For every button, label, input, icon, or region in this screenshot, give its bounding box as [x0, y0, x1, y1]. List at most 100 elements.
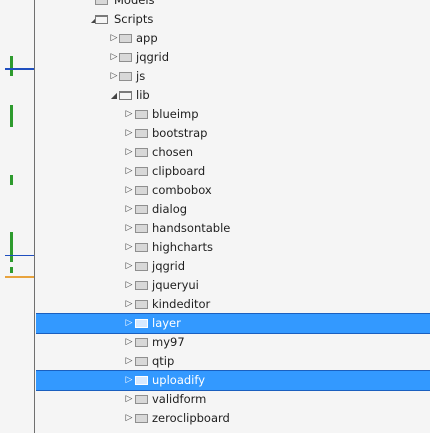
tree-item-label: blueimp — [152, 107, 199, 121]
tree-item-label: highcharts — [152, 240, 213, 254]
gutter-change-marker — [10, 56, 13, 76]
tree-item[interactable]: lib — [36, 86, 430, 105]
folder-icon — [119, 72, 132, 81]
tree-item[interactable]: layer — [36, 313, 430, 334]
gutter-change-marker — [10, 232, 13, 262]
folder-icon — [135, 110, 148, 119]
tree-item-label: layer — [152, 316, 181, 330]
folder-icon — [135, 395, 148, 404]
collapsed-arrow-icon[interactable] — [124, 390, 134, 409]
tree-item[interactable]: Models — [36, 0, 430, 10]
tree-item[interactable]: dialog — [36, 200, 430, 219]
collapsed-arrow-icon[interactable] — [124, 219, 134, 238]
editor-gutter — [0, 0, 35, 433]
collapsed-arrow-icon[interactable] — [124, 124, 134, 143]
folder-icon — [135, 186, 148, 195]
tree-item-label: zeroclipboard — [152, 411, 230, 425]
tree-item-label: uploadify — [152, 373, 206, 387]
tree-item[interactable]: combobox — [36, 181, 430, 200]
folder-icon — [135, 243, 148, 252]
gutter-change-marker — [10, 267, 13, 273]
gutter-position-marker — [5, 68, 35, 70]
tree-item-label: lib — [136, 88, 150, 102]
collapsed-arrow-icon[interactable] — [124, 162, 134, 181]
tree-item-label: jqgrid — [152, 259, 186, 273]
expanded-arrow-icon[interactable] — [109, 86, 119, 106]
tree-item[interactable]: app — [36, 29, 430, 48]
tree-item-label: dialog — [152, 202, 188, 216]
tree-item-label: kindeditor — [152, 297, 211, 311]
tree-item-label: handsontable — [152, 221, 231, 235]
tree-item[interactable]: jqgrid — [36, 48, 430, 67]
tree-item-label: qtip — [152, 354, 175, 368]
tree-item[interactable]: chosen — [36, 143, 430, 162]
gutter-position-marker — [5, 255, 35, 256]
collapsed-arrow-icon[interactable] — [124, 181, 134, 200]
tree-item[interactable]: handsontable — [36, 219, 430, 238]
folder-icon — [119, 91, 132, 100]
tree-item-label: my97 — [152, 335, 185, 349]
tree-item-label: Scripts — [114, 12, 154, 26]
collapsed-arrow-icon[interactable] — [124, 352, 134, 371]
tree-item-label: app — [136, 31, 158, 45]
tree-item[interactable]: Scripts — [36, 10, 430, 29]
folder-icon — [135, 262, 148, 271]
tree-item[interactable]: kindeditor — [36, 295, 430, 314]
collapsed-arrow-icon[interactable] — [109, 48, 119, 67]
collapsed-arrow-icon[interactable] — [124, 200, 134, 219]
folder-icon — [135, 300, 148, 309]
tree-item-label: bootstrap — [152, 126, 208, 140]
tree-item[interactable]: js — [36, 67, 430, 86]
gutter-divider — [34, 0, 35, 433]
collapsed-arrow-icon[interactable] — [124, 295, 134, 314]
collapsed-arrow-icon[interactable] — [124, 409, 134, 428]
tree-item-label: combobox — [152, 183, 212, 197]
collapsed-arrow-icon[interactable] — [124, 105, 134, 124]
folder-icon — [135, 319, 148, 328]
collapsed-arrow-icon[interactable] — [124, 276, 134, 295]
folder-icon — [95, 15, 108, 24]
folder-icon — [95, 0, 108, 5]
collapsed-arrow-icon[interactable] — [124, 257, 134, 276]
tree-item-label: jqgrid — [136, 50, 170, 64]
folder-icon — [135, 148, 148, 157]
tree-item[interactable]: my97 — [36, 333, 430, 352]
tree-item-label: js — [136, 69, 146, 83]
tree-item[interactable]: uploadify — [36, 370, 430, 391]
solution-explorer-tree[interactable]: Models Scripts app jqgrid js libblueimp bootst… — [36, 0, 430, 428]
folder-icon — [135, 281, 148, 290]
folder-icon — [135, 129, 148, 138]
tree-item-label: chosen — [152, 145, 194, 159]
folder-icon — [119, 34, 132, 43]
tree-item[interactable]: qtip — [36, 352, 430, 371]
tree-item-label: Models — [114, 0, 155, 7]
folder-icon — [135, 376, 148, 385]
collapsed-arrow-icon[interactable] — [124, 333, 134, 352]
collapsed-arrow-icon[interactable] — [124, 314, 134, 333]
folder-icon — [135, 357, 148, 366]
folder-icon — [135, 167, 148, 176]
tree-item[interactable]: highcharts — [36, 238, 430, 257]
tree-item[interactable]: bootstrap — [36, 124, 430, 143]
folder-icon — [135, 224, 148, 233]
collapsed-arrow-icon[interactable] — [124, 238, 134, 257]
tree-item[interactable]: zeroclipboard — [36, 409, 430, 428]
collapsed-arrow-icon[interactable] — [109, 29, 119, 48]
folder-icon — [135, 338, 148, 347]
folder-icon — [135, 414, 148, 423]
gutter-change-marker — [10, 175, 13, 185]
tree-item[interactable]: clipboard — [36, 162, 430, 181]
tree-item[interactable]: jqueryui — [36, 276, 430, 295]
folder-icon — [119, 53, 132, 62]
tree-item-label: validform — [152, 392, 207, 406]
collapsed-arrow-icon[interactable] — [124, 371, 134, 390]
tree-item[interactable]: validform — [36, 390, 430, 409]
tree-item-label: jqueryui — [152, 278, 199, 292]
tree-item[interactable]: blueimp — [36, 105, 430, 124]
collapsed-arrow-icon[interactable] — [124, 143, 134, 162]
folder-icon — [135, 205, 148, 214]
gutter-position-marker — [5, 276, 35, 278]
collapsed-arrow-icon[interactable] — [109, 67, 119, 86]
tree-item-label: clipboard — [152, 164, 206, 178]
tree-item[interactable]: jqgrid — [36, 257, 430, 276]
